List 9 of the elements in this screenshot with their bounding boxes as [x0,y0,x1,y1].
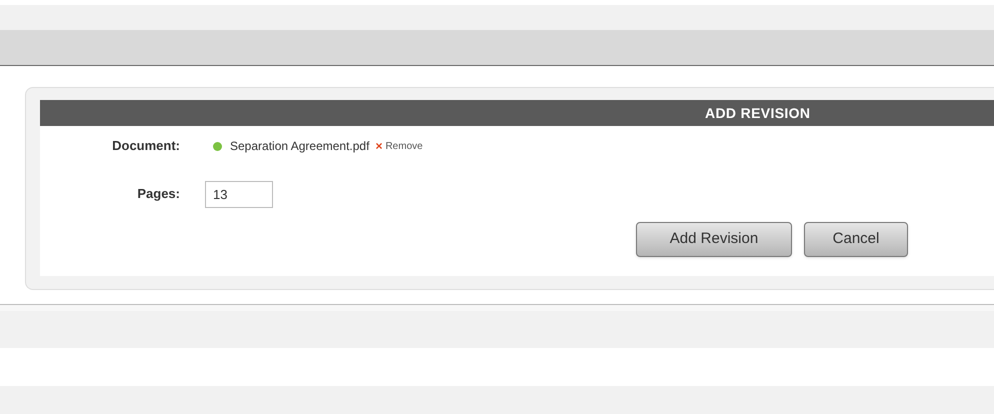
field-label: Pages: [136,185,180,204]
panel-title: ADD REVISION [705,104,810,122]
add-revision-button[interactable]: Add Revision [636,222,792,257]
remove-link[interactable]: Remove [385,138,423,154]
field-label: Document: [111,137,180,156]
pages-input[interactable]: 13 [205,180,273,208]
cancel-button[interactable]: Cancel [804,222,908,257]
file-name: Separation Agreement.pdf [230,138,370,155]
remove-icon[interactable]: × [375,137,382,155]
